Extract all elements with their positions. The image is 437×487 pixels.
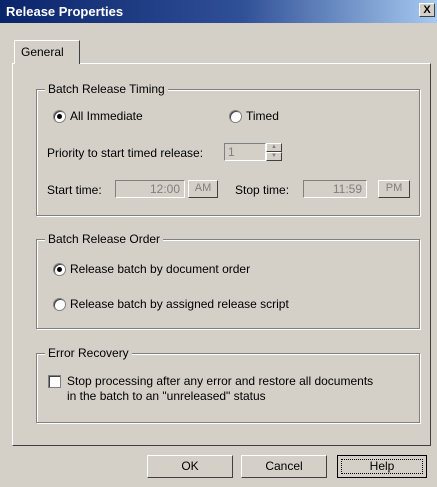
stop-time-field[interactable]: 11:59 bbox=[303, 180, 367, 198]
tab-general-label: General bbox=[21, 45, 64, 59]
spin-down-icon[interactable]: ▼ bbox=[266, 152, 282, 161]
help-button[interactable]: Help bbox=[337, 455, 427, 478]
timed-label[interactable]: Timed bbox=[246, 109, 279, 123]
ok-button[interactable]: OK bbox=[147, 455, 233, 478]
release-by-document-order-label[interactable]: Release batch by document order bbox=[70, 262, 250, 276]
batch-release-order-group: Batch Release Order bbox=[36, 232, 420, 329]
timed-radio[interactable] bbox=[229, 110, 242, 123]
batch-release-timing-legend: Batch Release Timing bbox=[45, 82, 168, 96]
all-immediate-label-text: All Immediate bbox=[70, 109, 143, 123]
priority-field[interactable]: 1 bbox=[224, 143, 266, 161]
error-recovery-legend: Error Recovery bbox=[45, 346, 132, 360]
priority-label: Priority to start timed release: bbox=[47, 146, 204, 160]
title-bar[interactable]: Release Properties X bbox=[0, 0, 437, 23]
spin-up-icon[interactable]: ▲ bbox=[266, 143, 282, 152]
close-icon: X bbox=[423, 4, 431, 16]
close-button[interactable]: X bbox=[419, 3, 435, 17]
priority-spinner[interactable]: ▲ ▼ bbox=[266, 143, 282, 161]
release-by-script-radio[interactable] bbox=[53, 298, 66, 311]
start-time-field[interactable]: 12:00 bbox=[115, 180, 185, 198]
stop-on-error-label-line1[interactable]: Stop processing after any error and rest… bbox=[67, 374, 373, 388]
stop-time-label: Stop time: bbox=[235, 183, 290, 197]
release-by-document-order-radio[interactable] bbox=[53, 263, 66, 276]
stop-on-error-label-line2[interactable]: in the batch to an "unreleased" status bbox=[67, 389, 266, 403]
all-immediate-radio[interactable] bbox=[53, 110, 66, 123]
start-ampm-button[interactable]: AM bbox=[188, 180, 218, 198]
window-title: Release Properties bbox=[6, 4, 124, 19]
focus-rect bbox=[341, 459, 423, 474]
batch-release-order-legend: Batch Release Order bbox=[45, 232, 164, 246]
release-by-script-label[interactable]: Release batch by assigned release script bbox=[70, 297, 289, 311]
start-time-label: Start time: bbox=[47, 183, 102, 197]
tab-general[interactable]: General bbox=[14, 40, 80, 64]
stop-on-error-checkbox[interactable] bbox=[48, 375, 61, 388]
stop-ampm-button[interactable]: PM bbox=[378, 180, 410, 198]
error-recovery-group: Error Recovery bbox=[36, 346, 420, 423]
cancel-button[interactable]: Cancel bbox=[241, 455, 327, 478]
all-immediate-label[interactable]: All Immediate bbox=[70, 109, 143, 123]
